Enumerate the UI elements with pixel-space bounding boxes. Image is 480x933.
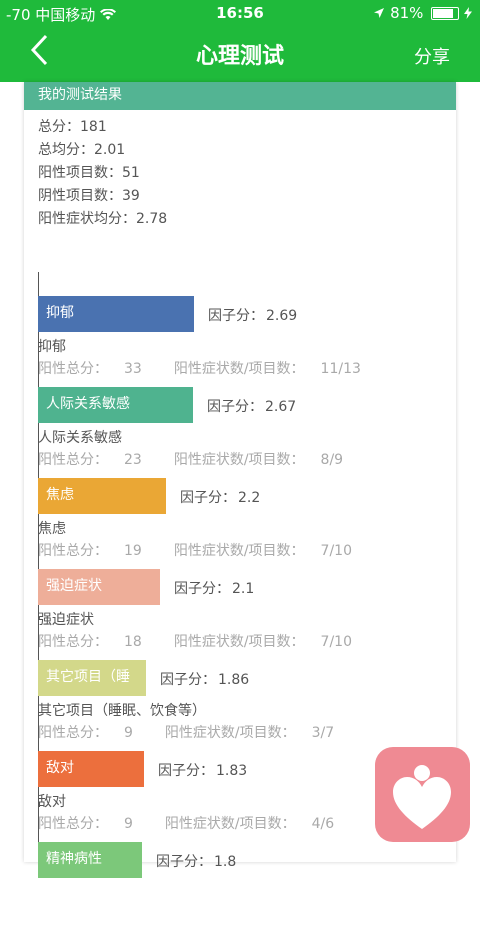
factor-bar: 人际关系敏感	[38, 387, 193, 423]
status-right: 81%	[373, 4, 472, 22]
factor-item: 精神病性 因子分： 1.8	[38, 842, 456, 933]
factor-item: 焦虑 因子分： 2.2 焦虑 阳性总分： 19 阳性症状数/项目数： 7/10	[38, 478, 456, 569]
factor-score-value: 1.83	[216, 763, 248, 779]
factor-bar: 焦虑	[38, 478, 166, 514]
charging-icon	[464, 4, 472, 22]
factor-score: 因子分： 2.67	[207, 396, 296, 416]
factor-detail: 阳性总分： 9 阳性症状数/项目数： 3/7	[38, 722, 350, 742]
factor-score: 因子分： 1.86	[160, 669, 249, 689]
ratio-value: 3/7	[311, 725, 335, 741]
factor-score-value: 2.67	[265, 399, 297, 415]
ratio-value: 7/10	[320, 634, 352, 650]
factor-score-value: 2.2	[238, 490, 261, 506]
positive-total-label: 阳性总分：	[38, 452, 108, 468]
battery-percent: 81%	[390, 4, 424, 22]
factor-bar: 强迫症状	[38, 569, 160, 605]
positive-total-value: 18	[124, 634, 142, 650]
factor-score-label: 因子分：	[208, 308, 264, 324]
factor-score-label: 因子分：	[156, 854, 212, 870]
factor-bar: 敌对	[38, 751, 144, 787]
factor-score: 因子分： 1.83	[158, 760, 247, 780]
heart-person-icon	[393, 765, 451, 829]
factor-score: 因子分： 2.2	[180, 487, 260, 507]
factor-detail: 阳性总分： 9 阳性症状数/项目数： 4/6	[38, 813, 350, 833]
positive-total-label: 阳性总分：	[38, 543, 108, 559]
factor-detail: 阳性总分： 19 阳性症状数/项目数： 7/10	[38, 540, 368, 560]
ratio-label: 阳性症状数/项目数：	[173, 452, 305, 468]
positive-total-value: 9	[124, 816, 133, 832]
factor-detail: 阳性总分： 33 阳性症状数/项目数： 11/13	[38, 358, 377, 378]
factor-score-label: 因子分：	[158, 763, 214, 779]
ratio-label: 阳性症状数/项目数：	[173, 361, 305, 377]
ratio-value: 4/6	[311, 816, 335, 832]
positive-total-label: 阳性总分：	[38, 816, 108, 832]
result-summary: 总分：181 总均分：2.01 阳性项目数：51 阴性项目数：39 阳性症状均分…	[24, 110, 456, 231]
positive-total-value: 23	[124, 452, 142, 468]
factor-name: 强迫症状	[38, 612, 94, 628]
ratio-value: 11/13	[320, 361, 361, 377]
factor-bar: 其它项目（睡	[38, 660, 146, 696]
ratio-label: 阳性症状数/项目数：	[164, 816, 296, 832]
factor-score-label: 因子分：	[160, 672, 216, 688]
result-card-header: 我的测试结果	[24, 82, 456, 110]
factor-score-label: 因子分：	[180, 490, 236, 506]
floating-app-button[interactable]	[375, 747, 470, 842]
positive-symptom-average: 阳性症状均分：2.78	[38, 211, 168, 227]
positive-total-value: 33	[124, 361, 142, 377]
positive-total-value: 9	[124, 725, 133, 741]
factor-score-value: 2.69	[266, 308, 298, 324]
result-card: 我的测试结果 总分：181 总均分：2.01 阳性项目数：51 阴性项目数：39…	[24, 82, 456, 878]
negative-item-count: 阴性项目数：39	[38, 188, 140, 204]
ratio-label: 阳性症状数/项目数：	[164, 725, 296, 741]
nav-bar: 心理测试 分享	[0, 26, 480, 82]
positive-total-label: 阳性总分：	[38, 634, 108, 650]
factor-item: 强迫症状 因子分： 2.1 强迫症状 阳性总分： 18 阳性症状数/项目数： 7/10	[38, 569, 456, 660]
total-score: 总分：181	[38, 119, 107, 135]
factor-score: 因子分： 1.8	[156, 851, 236, 871]
factor-name: 抑郁	[38, 339, 66, 355]
share-button[interactable]: 分享	[414, 43, 450, 69]
factor-score: 因子分： 2.1	[174, 578, 254, 598]
positive-total-label: 阳性总分：	[38, 725, 108, 741]
factor-name: 焦虑	[38, 521, 66, 537]
ratio-label: 阳性症状数/项目数：	[173, 634, 305, 650]
battery-icon	[431, 7, 460, 20]
factor-name: 人际关系敏感	[38, 430, 122, 446]
factor-detail: 阳性总分： 18 阳性症状数/项目数： 7/10	[38, 631, 368, 651]
factor-bar: 抑郁	[38, 296, 194, 332]
positive-total-value: 19	[124, 543, 142, 559]
page-title: 心理测试	[195, 44, 284, 69]
factor-score-label: 因子分：	[207, 399, 263, 415]
factor-name: 敌对	[38, 794, 66, 810]
factor-item: 其它项目（睡 因子分： 1.86 其它项目（睡眠、饮食等） 阳性总分： 9 阳性症状数…	[38, 660, 456, 751]
factor-score-value: 1.86	[218, 672, 250, 688]
factor-score-value: 1.8	[214, 854, 237, 870]
factor-item: 人际关系敏感 因子分： 2.67 人际关系敏感 阳性总分： 23 阳性症状数/项目数：…	[38, 387, 456, 478]
factor-detail: 阳性总分： 23 阳性症状数/项目数： 8/9	[38, 449, 359, 469]
ratio-value: 8/9	[320, 452, 344, 468]
positive-total-label: 阳性总分：	[38, 361, 108, 377]
status-bar: -70 中国移动 16:56 81%	[0, 0, 480, 26]
ratio-value: 7/10	[320, 543, 352, 559]
factor-score-label: 因子分：	[174, 581, 230, 597]
average-score: 总均分：2.01	[38, 142, 126, 158]
positive-item-count: 阳性项目数：51	[38, 165, 140, 181]
factor-bar: 精神病性	[38, 842, 142, 878]
ratio-label: 阳性症状数/项目数：	[173, 543, 305, 559]
factor-score: 因子分： 2.69	[208, 305, 297, 325]
factor-item: 抑郁 因子分： 2.69 抑郁 阳性总分： 33 阳性症状数/项目数： 11/13	[38, 296, 456, 387]
location-arrow-icon	[373, 4, 390, 22]
factor-name: 其它项目（睡眠、饮食等）	[38, 703, 206, 719]
factor-score-value: 2.1	[232, 581, 255, 597]
